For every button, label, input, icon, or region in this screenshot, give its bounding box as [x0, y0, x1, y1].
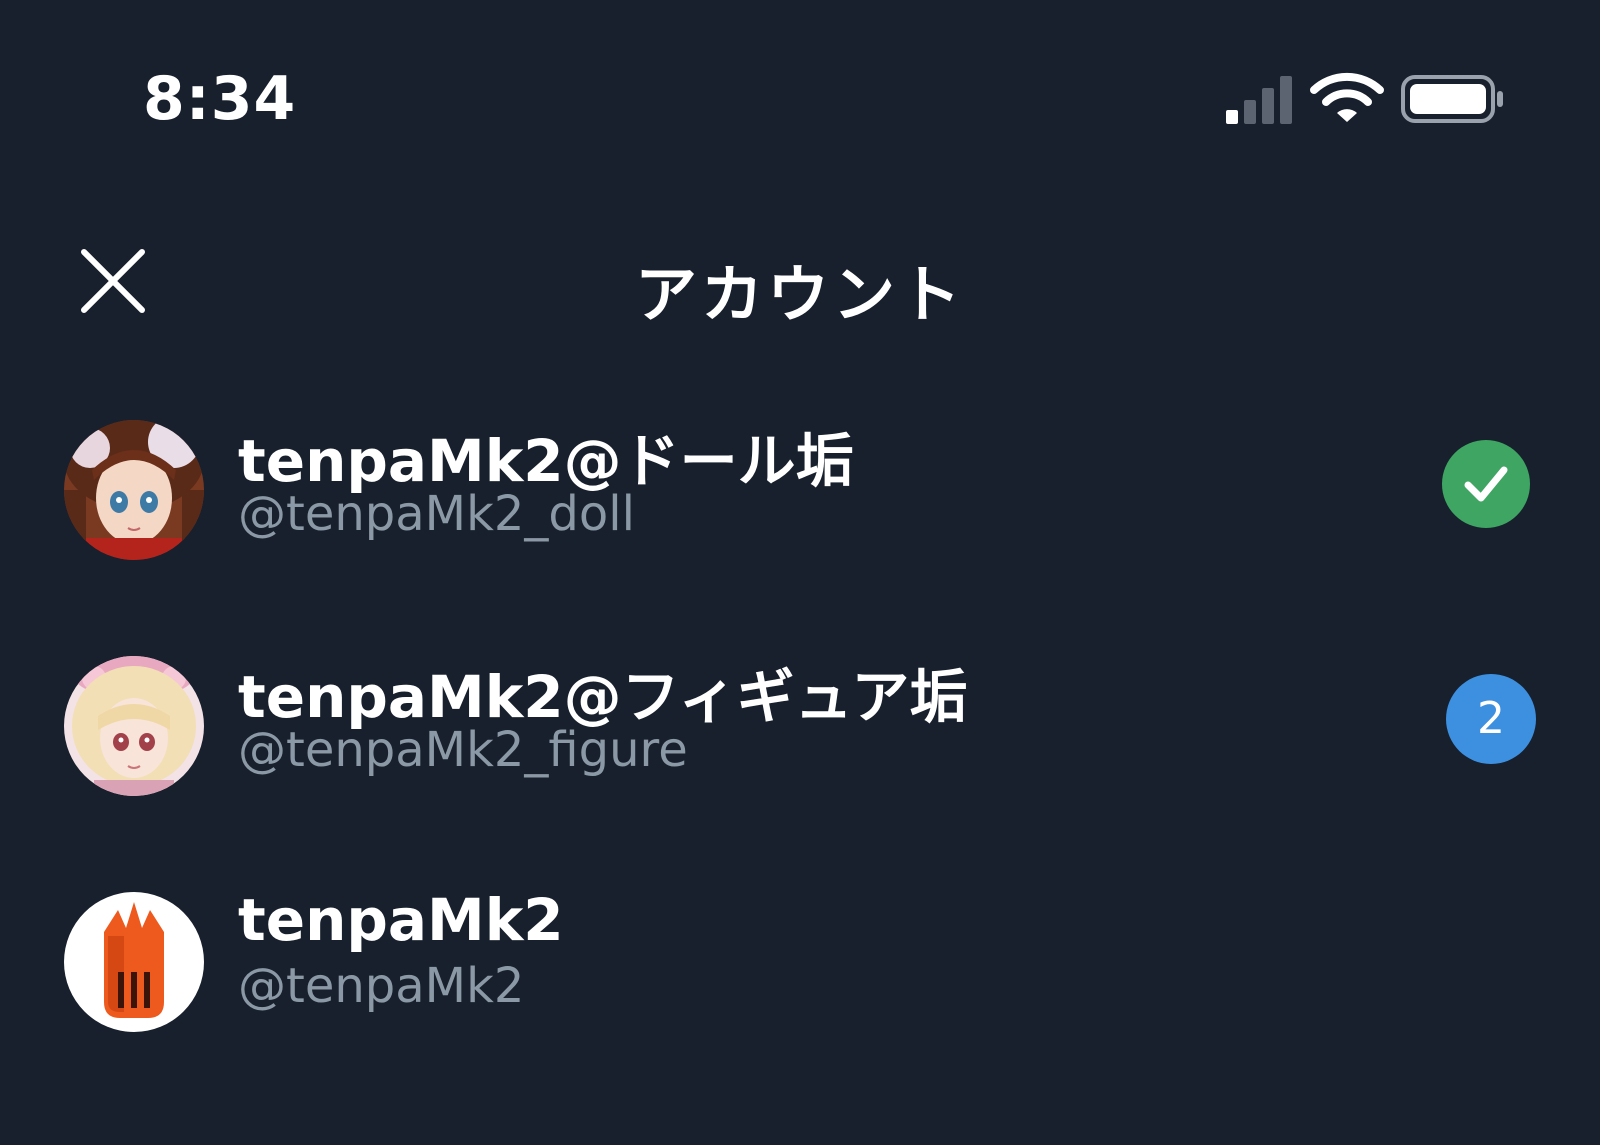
cellular-signal-icon — [1226, 76, 1292, 124]
account-handle: @tenpaMk2_figure — [238, 722, 688, 778]
avatar — [64, 656, 204, 796]
account-row-main[interactable]: tenpaMk2 @tenpaMk2 — [0, 872, 1600, 1072]
battery-icon — [1401, 75, 1503, 123]
wifi-icon — [1310, 72, 1384, 122]
header: アカウント — [0, 220, 1600, 340]
account-handle: @tenpaMk2 — [238, 958, 525, 1014]
avatar — [64, 420, 204, 560]
status-time: 8:34 — [143, 64, 297, 134]
check-icon — [1464, 466, 1508, 502]
selected-badge — [1442, 440, 1530, 528]
status-icons — [1220, 72, 1520, 132]
account-handle: @tenpaMk2_doll — [238, 486, 635, 542]
account-row-doll[interactable]: tenpaMk2@ドール垢 @tenpaMk2_doll — [0, 400, 1600, 600]
avatar — [64, 892, 204, 1032]
account-row-figure[interactable]: tenpaMk2@フィギュア垢 @tenpaMk2_figure 2 — [0, 636, 1600, 836]
unread-count-badge: 2 — [1446, 674, 1536, 764]
status-bar: 8:34 — [0, 0, 1600, 180]
page-title: アカウント — [634, 258, 965, 331]
account-name: tenpaMk2 — [238, 886, 564, 954]
